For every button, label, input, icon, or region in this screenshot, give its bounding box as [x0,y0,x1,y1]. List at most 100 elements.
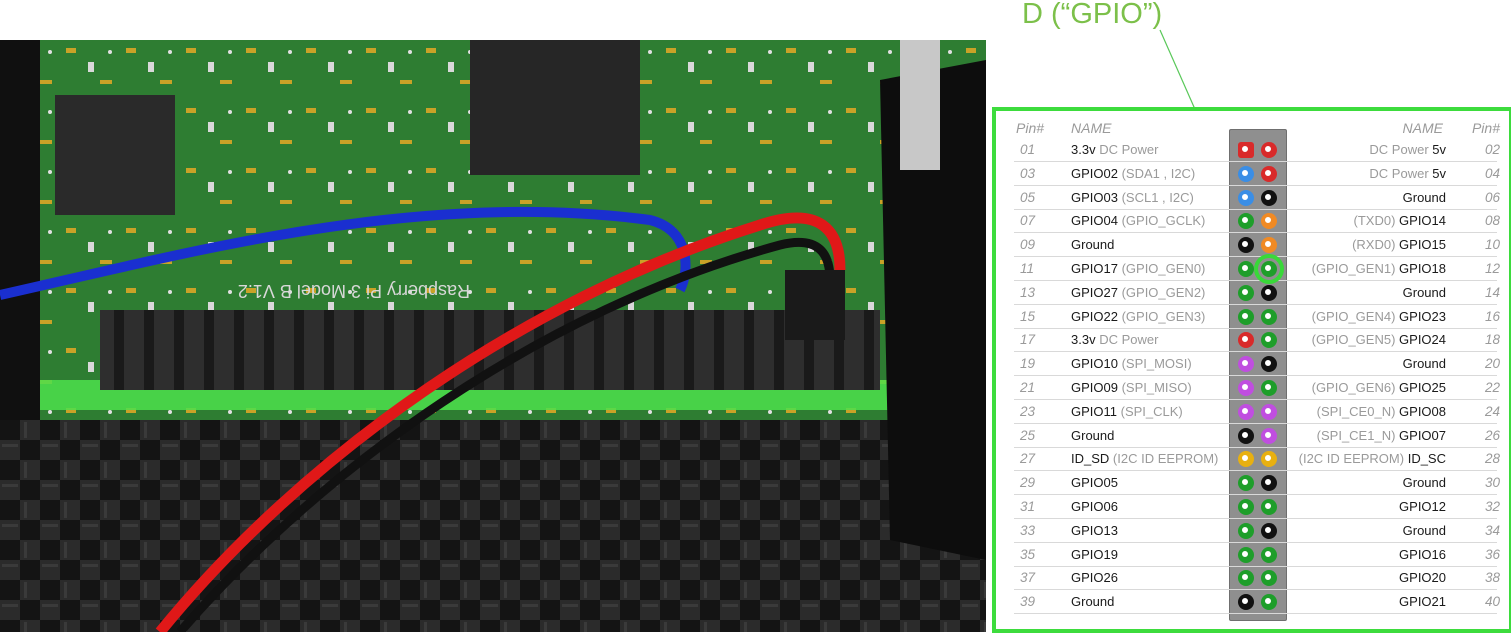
pin-number-right: 16 [1484,308,1500,324]
pin-number-right: 20 [1484,356,1500,372]
pin-name-left: GPIO17 (GPIO_GEN0) [1071,261,1206,276]
pin-dot-right [1261,475,1277,492]
header-pin-right: Pin# [1471,120,1500,136]
pin-number-right: 26 [1484,427,1500,443]
pin-row: 07 GPIO04 (GPIO_GCLK) (TXD0) GPIO14 08 [996,209,1509,234]
pin-dot-left [1238,403,1254,420]
pin-name-right: Ground [1402,189,1446,205]
pin-number-left: 07 [1020,213,1036,229]
pin-number-right: 22 [1484,380,1500,395]
pin-name-right: (GPIO_GEN5) GPIO24 [1311,332,1446,348]
pin-name-left: 3.3v DC Power [1071,332,1159,348]
pin-dot-left [1238,332,1254,349]
pin-dot-right [1261,189,1277,206]
pin-name-right: Ground [1402,522,1446,538]
pin-number-left: 01 [1020,142,1036,157]
pin-name-left: GPIO10 (SPI_MOSI) [1071,356,1192,372]
pin-row: 19 GPIO10 (SPI_MOSI) Ground 20 [996,352,1509,377]
pin-row: 03 GPIO02 (SDA1 , I2C) DC Power 5v 04 [996,162,1509,186]
pin-dot-left [1238,594,1254,611]
pin-dot-left [1238,356,1254,373]
pin-row: 15 GPIO22 (GPIO_GEN3) (GPIO_GEN4) GPIO23 16 [996,305,1509,329]
pin-number-right: 28 [1484,451,1500,467]
pin-dot-right [1261,451,1277,468]
pin-dot-right [1261,570,1277,587]
pin-name-left: GPIO27 (GPIO_GEN2) [1071,284,1206,300]
pin-name-right: GPIO12 [1399,499,1446,514]
pin-name-left: GPIO22 (GPIO_GEN3) [1071,308,1206,324]
pin-dot-left [1238,189,1254,206]
pin-row: 21 GPIO09 (SPI_MISO) (GPIO_GEN6) GPIO25 22 [996,376,1509,400]
gpio-pinout-table: Pin# NAME NAME Pin# 01 3.3v DC Power DC Po… [992,107,1511,633]
pin-name-left: ID_SD (I2C ID EEPROM) [1071,451,1219,467]
pin-row: 37 GPIO26 GPIO20 38 [996,566,1509,591]
pin-row: 09 Ground (RXD0) GPIO15 10 [996,233,1509,258]
pin-number-right: 36 [1484,546,1500,562]
pin-dot-left [1238,570,1254,587]
pin-name-right: GPIO20 [1399,570,1446,586]
pin-dot-left [1238,261,1254,277]
pin-dot-left [1238,499,1254,515]
pin-number-left: 23 [1020,403,1036,419]
pin-row: 13 GPIO27 (GPIO_GEN2) Ground 14 [996,281,1509,305]
pin-name-left: GPIO26 [1071,570,1118,586]
pin-number-left: 35 [1020,546,1036,562]
pin-dot-left [1238,380,1254,396]
pin-name-right: DC Power 5v [1369,165,1446,181]
pin-dot-right [1261,546,1277,563]
pin-name-right: (SPI_CE0_N) GPIO08 [1316,403,1446,419]
pin-dot-right [1261,308,1277,325]
header-name-right: NAME [1402,120,1443,136]
pin-row: 31 GPIO06 GPIO12 32 [996,495,1509,519]
pin-number-right: 32 [1484,499,1500,514]
highlight-ring [1254,254,1284,284]
pin-dot-left [1238,427,1254,444]
pin-row: 27 ID_SD (I2C ID EEPROM) (I2C ID EEPROM) I… [996,447,1509,472]
pin-number-left: 19 [1020,356,1036,372]
pin-dot-right [1261,237,1277,254]
pin-number-right: 24 [1484,403,1500,419]
pin-dot-right [1261,332,1277,349]
header-name-left: NAME [1071,120,1112,136]
pin-dot-right [1261,142,1277,158]
pin-number-left: 03 [1020,165,1036,181]
pin-number-right: 38 [1484,570,1500,586]
pin-number-right: 02 [1484,142,1500,157]
pin-dot-left [1238,308,1254,325]
pin-dot-left [1238,213,1254,230]
pin-name-right: (TXD0) GPIO14 [1353,213,1446,229]
pin-dot-right [1261,356,1277,373]
pin-dot-right [1261,499,1277,515]
pin-name-left: GPIO09 (SPI_MISO) [1071,380,1192,395]
pin-name-right: GPIO21 [1399,594,1446,610]
pin-name-left: Ground [1071,237,1115,253]
row-divider [1014,613,1497,615]
pin-number-right: 08 [1484,213,1500,229]
pin-number-left: 33 [1020,522,1036,538]
pin-name-left: GPIO04 (GPIO_GCLK) [1071,213,1206,229]
pin-name-right: Ground [1402,284,1446,300]
pin-name-left: GPIO13 [1071,522,1118,538]
pin-number-right: 30 [1484,475,1500,491]
pin-number-left: 29 [1020,475,1036,491]
pin-dot-left [1238,237,1254,254]
pin-dot-right [1261,213,1277,230]
pin-number-left: 21 [1020,380,1036,395]
pin-name-left: GPIO03 (SCL1 , I2C) [1071,189,1194,205]
pin-name-left: GPIO06 [1071,499,1118,514]
pin-name-right: (GPIO_GEN1) GPIO18 [1311,261,1446,276]
pin-name-right: (GPIO_GEN4) GPIO23 [1311,308,1446,324]
pin-number-right: 10 [1484,237,1500,253]
pin-name-left: GPIO19 [1071,546,1118,562]
pin-name-left: GPIO11 (SPI_CLK) [1071,403,1183,419]
pin-number-left: 27 [1020,451,1036,467]
pin-dot-left [1238,522,1254,539]
pin-number-left: 17 [1020,332,1036,348]
pin-number-right: 34 [1484,522,1500,538]
pin-name-right: Ground [1402,475,1446,491]
pin-row: 05 GPIO03 (SCL1 , I2C) Ground 06 [996,186,1509,210]
pin-row: 29 GPIO05 Ground 30 [996,471,1509,496]
pin-dot-right [1261,522,1277,539]
pin-name-right: (SPI_CE1_N) GPIO07 [1316,427,1446,443]
pin-row: 01 3.3v DC Power DC Power 5v 02 [996,138,1509,162]
